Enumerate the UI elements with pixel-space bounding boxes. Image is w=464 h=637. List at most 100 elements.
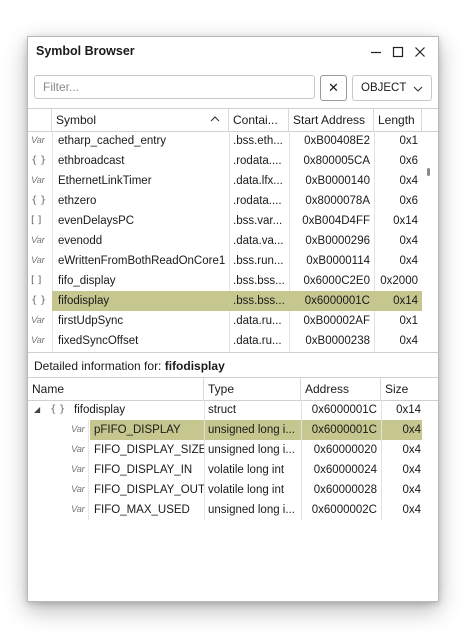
sort-ascending-icon [210,109,220,131]
icon-column-header [28,109,52,131]
column-header-symbol[interactable]: Symbol [52,109,229,131]
variable-icon: Var [31,235,45,246]
detail-type: struct [208,404,237,416]
symbol-row[interactable]: { } ethzero .rodata.... 0x8000078A 0x6 [28,191,422,211]
detail-address: 0x6000001C [311,404,377,416]
detail-size: 0x4 [402,504,421,516]
detail-column-header-address[interactable]: Address [301,378,381,400]
symbol-start-address: 0xB0000140 [305,175,370,187]
detail-name: FIFO_DISPLAY_IN [94,464,193,476]
symbol-start-address: 0xB004D4FF [302,215,370,227]
symbol-start-address: 0xB0000296 [305,235,370,247]
symbol-container: .bss.var... [233,215,283,227]
symbol-name: ethbroadcast [58,155,125,167]
detail-column-header-type[interactable]: Type [204,378,301,400]
symbol-container: .bss.run... [233,255,284,267]
splitter[interactable] [28,352,438,353]
detail-column-header-name[interactable]: Name [28,378,204,400]
detail-name: pFIFO_DISPLAY [94,424,181,436]
symbol-name: fifo_display [58,275,116,287]
symbol-row[interactable]: [ ] fifo_display .bss.bss... 0x6000C2E0 0x20… [28,271,422,291]
detail-type: unsigned long i... [208,504,295,516]
maximize-icon[interactable] [390,44,406,60]
grid-line [204,400,205,520]
symbol-container: .bss.eth... [233,135,283,147]
array-icon: [ ] [31,275,42,286]
variable-icon: Var [71,424,85,435]
collapse-triangle-icon[interactable]: ◢ [34,403,50,417]
symbol-start-address: 0x800005CA [303,155,371,167]
minimize-icon[interactable] [368,44,384,60]
column-header-container[interactable]: Contai... [229,109,289,131]
symbol-container: .data.va... [233,235,284,247]
detail-size: 0x4 [402,484,421,496]
detail-type: unsigned long i... [208,424,295,436]
symbol-row[interactable]: { } ethbroadcast .rodata.... 0x800005CA 0x6 [28,151,422,171]
symbol-table-body: Var etharp_cached_entry .bss.eth... 0xB0040… [28,131,422,353]
symbol-length: 0x4 [399,335,418,347]
symbol-start-address: 0x6000001C [304,295,370,307]
detail-type: unsigned long i... [208,444,295,456]
symbol-name: etharp_cached_entry [58,135,167,147]
detail-name: FIFO_MAX_USED [94,504,190,516]
symbol-row[interactable]: [ ] evenDelaysPC .bss.var... 0xB004D4FF 0x14 [28,211,422,231]
symbol-length: 0x6 [399,155,418,167]
detail-table-header: Name Type Address Size [28,377,438,401]
variable-icon: Var [71,484,85,495]
symbol-row[interactable]: Var fixedSyncOffset .data.ru... 0xB0000238 0… [28,331,422,351]
symbol-container: .data.ru... [233,315,282,327]
symbol-name: EthernetLinkTimer [58,175,152,187]
struct-icon: { } [31,155,47,166]
detail-type: volatile long int [208,484,285,496]
symbol-name: eWrittenFromBothReadOnCore1 [58,255,226,267]
symbol-start-address: 0x8000078A [305,195,370,207]
detail-address: 0x6000001C [311,424,377,436]
detail-size: 0x4 [402,444,421,456]
struct-icon: { } [31,295,47,306]
symbol-row[interactable]: Var eWrittenFromBothReadOnCore1 .bss.run..… [28,251,422,271]
symbol-name: firstUdpSync [58,315,124,327]
detail-address: 0x60000028 [313,484,377,496]
detail-tree-body: ◢{ } fifodisplay struct 0x6000001C 0x14 Var pF… [28,400,438,560]
variable-icon: Var [31,315,45,326]
symbol-container: .rodata.... [233,155,282,167]
detail-type: volatile long int [208,464,285,476]
symbol-start-address: 0xB0000238 [305,335,370,347]
type-filter-value: OBJECT [361,82,407,94]
symbol-length: 0x4 [399,255,418,267]
variable-icon: Var [71,444,85,455]
symbol-row[interactable]: Var etharp_cached_entry .bss.eth... 0xB0040… [28,131,422,151]
detail-info-symbol: fifodisplay [164,359,225,373]
detail-column-header-size[interactable]: Size [381,378,438,400]
symbol-row[interactable]: Var EthernetLinkTimer .data.lfx... 0xB00001… [28,171,422,191]
symbol-name: fifodisplay [58,295,110,307]
array-icon: [ ] [31,215,42,226]
variable-icon: Var [31,175,45,186]
symbol-name: evenDelaysPC [58,215,135,227]
close-icon[interactable] [412,44,428,60]
symbol-row[interactable]: Var firstUdpSync .data.ru... 0xB00002AF 0x1 [28,311,422,331]
filter-input[interactable] [34,75,315,99]
symbol-start-address: 0x6000C2E0 [303,275,371,287]
column-header-length[interactable]: Length [374,109,422,131]
clear-icon: ✕ [328,80,339,95]
detail-address: 0x60000024 [313,464,377,476]
column-header-symbol-label: Symbol [56,113,97,127]
column-header-start-address[interactable]: Start Address [289,109,374,131]
clear-filter-button[interactable]: ✕ [320,75,347,101]
symbol-row[interactable]: Var evenodd .data.va... 0xB0000296 0x4 [28,231,422,251]
symbol-container: .rodata.... [233,195,282,207]
detail-info-prefix: Detailed information for: [34,359,165,373]
symbol-table-scrollbar[interactable] [427,168,430,176]
symbol-container: .bss.bss... [233,295,285,307]
detail-tree-root[interactable]: ◢{ } fifodisplay struct 0x6000001C 0x14 [28,400,422,420]
symbol-length: 0x6 [399,195,418,207]
symbol-length: 0x1 [399,315,418,327]
grid-line [381,400,382,520]
symbol-row[interactable]: { } fifodisplay .bss.bss... 0x6000001C 0x14 [28,291,422,311]
struct-icon: { } [31,195,47,206]
variable-icon: Var [71,464,85,475]
type-filter-select[interactable]: OBJECT [352,75,432,101]
detail-size: 0x14 [396,404,421,416]
symbol-start-address: 0xB0000114 [306,255,370,267]
